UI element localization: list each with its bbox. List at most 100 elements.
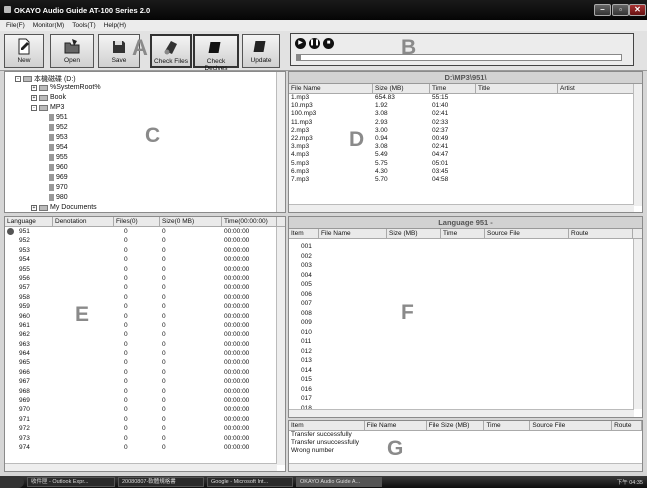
table-row[interactable]: 22.mp3 0.94 00:49: [289, 135, 642, 143]
stop-icon[interactable]: ■: [323, 38, 334, 49]
tree-item[interactable]: 955: [49, 154, 68, 161]
list-item[interactable]: 010: [299, 328, 642, 338]
table-row[interactable]: 972 0 0 00:00:00: [5, 424, 285, 433]
table-row[interactable]: 7.mp3 5.70 04:58: [289, 176, 642, 184]
close-button[interactable]: ✕: [629, 4, 646, 16]
list-item[interactable]: 002: [299, 252, 642, 262]
collapse-icon[interactable]: -: [31, 104, 37, 111]
list-item[interactable]: 003: [299, 261, 642, 271]
col-file-name[interactable]: File Name: [319, 229, 387, 238]
list-item[interactable]: 001: [299, 242, 642, 252]
table-row[interactable]: 967 0 0 00:00:00: [5, 377, 285, 386]
table-row[interactable]: 963 0 0 00:00:00: [5, 340, 285, 349]
col-files[interactable]: Files(0): [114, 217, 160, 226]
table-row[interactable]: 955 0 0 00:00:00: [5, 265, 285, 274]
table-row[interactable]: 958 0 0 00:00:00: [5, 293, 285, 302]
tree-item[interactable]: - MP3: [31, 104, 64, 111]
list-item[interactable]: 011: [299, 337, 642, 347]
table-row[interactable]: 970 0 0 00:00:00: [5, 405, 285, 414]
expand-icon[interactable]: +: [31, 94, 37, 101]
expand-icon[interactable]: +: [31, 204, 37, 211]
menu-file[interactable]: File(F): [6, 22, 25, 29]
tree-item[interactable]: 953: [49, 134, 68, 141]
col-item[interactable]: Item: [289, 229, 319, 238]
tree-item[interactable]: 951: [49, 114, 68, 121]
language-detail-hscrollbar[interactable]: [289, 409, 634, 417]
menu-help[interactable]: Help(H): [104, 22, 126, 29]
table-row[interactable]: 951 0 0 00:00:00: [5, 227, 285, 236]
col-time[interactable]: Time: [484, 421, 531, 430]
table-row[interactable]: 971 0 0 00:00:00: [5, 415, 285, 424]
file-list-hscrollbar[interactable]: [289, 204, 634, 212]
language-hscrollbar[interactable]: [5, 463, 277, 471]
col-item[interactable]: Item: [289, 421, 365, 430]
file-list-scrollbar[interactable]: [633, 84, 642, 206]
table-row[interactable]: 973 0 0 00:00:00: [5, 434, 285, 443]
col-file-size[interactable]: File Size (MB): [427, 421, 485, 430]
taskbar-task[interactable]: Google - Microsoft Int...: [207, 477, 293, 487]
seek-thumb[interactable]: [297, 55, 301, 60]
table-row[interactable]: 957 0 0 00:00:00: [5, 283, 285, 292]
col-source-file[interactable]: Source File: [485, 229, 569, 238]
tree-item[interactable]: 952: [49, 124, 68, 131]
col-source-file[interactable]: Source File: [530, 421, 613, 430]
collapse-icon[interactable]: -: [15, 76, 21, 82]
col-file-name[interactable]: File Name: [365, 421, 427, 430]
table-row[interactable]: 3.mp3 3.08 02:41: [289, 143, 642, 151]
new-button[interactable]: New: [4, 34, 44, 68]
list-item[interactable]: 004: [299, 271, 642, 281]
table-row[interactable]: 100.mp3 3.08 02:41: [289, 110, 642, 118]
col-title[interactable]: Title: [476, 84, 558, 93]
list-item[interactable]: 009: [299, 318, 642, 328]
open-button[interactable]: Open: [50, 34, 94, 68]
table-row[interactable]: 959 0 0 00:00:00: [5, 302, 285, 311]
table-row[interactable]: 952 0 0 00:00:00: [5, 236, 285, 245]
table-row[interactable]: 2.mp3 3.00 02:37: [289, 127, 642, 135]
start-button[interactable]: [0, 476, 24, 488]
list-item[interactable]: 008: [299, 309, 642, 319]
update-button[interactable]: Update: [242, 34, 280, 68]
table-row[interactable]: 1.mp3 654.83 55:15: [289, 94, 642, 102]
menu-tools[interactable]: Tools(T): [72, 22, 95, 29]
tree-item[interactable]: + Book: [31, 94, 66, 101]
list-item[interactable]: 017: [299, 394, 642, 404]
tree-item[interactable]: 980: [49, 194, 68, 201]
table-row[interactable]: 961 0 0 00:00:00: [5, 321, 285, 330]
table-row[interactable]: 10.mp3 1.92 01:40: [289, 102, 642, 110]
table-row[interactable]: 968 0 0 00:00:00: [5, 387, 285, 396]
list-item[interactable]: 012: [299, 347, 642, 357]
table-row[interactable]: 966 0 0 00:00:00: [5, 368, 285, 377]
transfer-row[interactable]: Transfer unsuccessfully: [289, 439, 642, 447]
col-size[interactable]: Size (MB): [387, 229, 441, 238]
col-time[interactable]: Time: [430, 84, 476, 93]
check-files-button[interactable]: Check Files: [150, 34, 192, 68]
list-item[interactable]: 007: [299, 299, 642, 309]
seek-bar[interactable]: [296, 54, 622, 61]
col-file-name[interactable]: File Name: [289, 84, 373, 93]
transfer-row[interactable]: Transfer successfully: [289, 431, 642, 439]
col-size[interactable]: Size (MB): [373, 84, 430, 93]
tree-item[interactable]: 969: [49, 174, 68, 181]
expand-icon[interactable]: +: [31, 84, 37, 91]
list-item[interactable]: 006: [299, 290, 642, 300]
minimize-button[interactable]: –: [594, 4, 611, 16]
table-row[interactable]: 11.mp3 2.93 02:33: [289, 119, 642, 127]
col-time[interactable]: Time(00:00:00): [222, 217, 277, 226]
taskbar-task[interactable]: OKAYO Audio Guide A...: [296, 477, 382, 487]
table-row[interactable]: 969 0 0 00:00:00: [5, 396, 285, 405]
language-scrollbar[interactable]: [276, 227, 285, 465]
list-item[interactable]: 016: [299, 385, 642, 395]
tree-item[interactable]: 954: [49, 144, 68, 151]
list-item[interactable]: 005: [299, 280, 642, 290]
taskbar-task[interactable]: 收件匣 - Outlook Expr...: [27, 477, 115, 487]
table-row[interactable]: 974 0 0 00:00:00: [5, 443, 285, 452]
col-denotation[interactable]: Denotation: [53, 217, 114, 226]
list-item[interactable]: 013: [299, 356, 642, 366]
table-row[interactable]: 956 0 0 00:00:00: [5, 274, 285, 283]
transfer-row[interactable]: Wrong number: [289, 447, 642, 455]
col-artist[interactable]: Artist: [558, 84, 634, 93]
pause-icon[interactable]: ❚❚: [309, 38, 320, 49]
table-row[interactable]: 965 0 0 00:00:00: [5, 358, 285, 367]
menu-monitor[interactable]: Monitor(M): [33, 22, 64, 29]
language-detail-scrollbar[interactable]: [633, 239, 642, 409]
